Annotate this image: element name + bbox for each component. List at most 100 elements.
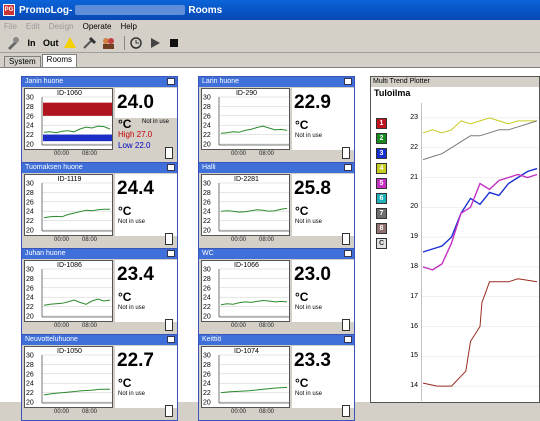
temperature-value: 23.3 <box>292 346 354 376</box>
trend-legend-button[interactable]: 3 <box>376 148 387 159</box>
tab-strip: System Rooms <box>0 54 540 67</box>
level-indicator-icon[interactable] <box>342 233 350 245</box>
pin-icon[interactable] <box>167 164 175 171</box>
y-tick-label: 20 <box>203 142 211 149</box>
pin-icon[interactable] <box>344 336 352 343</box>
pin-icon[interactable] <box>344 164 352 171</box>
in-button[interactable]: In <box>24 35 39 50</box>
trend-y-tick: 14 <box>410 382 418 390</box>
y-tick-label: 20 <box>26 142 34 149</box>
temperature-line <box>220 299 288 306</box>
status-text: Not in use <box>118 391 146 397</box>
level-indicator-icon[interactable] <box>165 233 173 245</box>
people-icon[interactable] <box>101 35 116 50</box>
app-name: PromoLog <box>19 4 69 16</box>
pin-icon[interactable] <box>344 78 352 85</box>
pin-icon[interactable] <box>167 78 175 85</box>
y-tick-label: 26 <box>203 113 211 120</box>
trend-legend-button[interactable]: 5 <box>376 178 387 189</box>
room-chart: 30 28 26 24 22 20 ID-1086 <box>24 260 113 322</box>
menu-design[interactable]: Design <box>49 22 74 31</box>
y-tick-label: 22 <box>26 390 34 397</box>
stop-icon[interactable] <box>167 35 182 50</box>
room-panel[interactable]: WC 30 28 26 24 22 20 ID-1066 00:00 08:00 23.0 °C Not… <box>198 248 355 335</box>
sensor-id: ID-1119 <box>57 176 82 183</box>
level-indicator-icon[interactable] <box>342 147 350 159</box>
tab-system[interactable]: System <box>4 56 41 67</box>
level-indicator-icon[interactable] <box>165 405 173 417</box>
level-indicator-icon[interactable] <box>165 147 173 159</box>
level-indicator-icon[interactable] <box>342 405 350 417</box>
room-panel[interactable]: Neuvotteluhuone 30 28 26 24 22 20 ID-1050 00:00 0… <box>21 334 178 421</box>
temperature-unit: °C <box>118 117 132 131</box>
unit-box: °C Not in use <box>115 290 177 322</box>
room-panel[interactable]: Halli 30 28 26 24 22 20 ID-2281 00:00 08:00 25.8 °C… <box>198 162 355 249</box>
room-panel[interactable]: Janin huone 30 28 26 24 22 20 ID-1060 00:00 08:00… <box>21 76 178 163</box>
tab-rooms[interactable]: Rooms <box>41 54 78 67</box>
menu-edit[interactable]: Edit <box>26 22 40 31</box>
room-name: Tuomaksen huone <box>22 163 177 173</box>
room-panel[interactable]: Juhan huone 30 28 26 24 22 20 ID-1086 00:00 08:00… <box>21 248 178 335</box>
temperature-value: 24.4 <box>115 174 177 204</box>
trend-legend-button[interactable]: 8 <box>376 223 387 234</box>
menu-file[interactable]: File <box>4 22 17 31</box>
temperature-value: 25.8 <box>292 174 354 204</box>
menu-operate[interactable]: Operate <box>83 22 112 31</box>
play-icon[interactable] <box>148 35 163 50</box>
trend-legend-button[interactable]: 6 <box>376 193 387 204</box>
room-chart-svg: 302826242220 <box>203 267 289 321</box>
warning-icon[interactable] <box>63 35 78 50</box>
y-tick-label: 20 <box>203 314 211 321</box>
trend-y-tick: 16 <box>410 322 418 330</box>
temperature-unit: °C <box>118 290 132 304</box>
sensor-id: ID-1060 <box>57 90 82 97</box>
y-tick-label: 26 <box>203 285 211 292</box>
y-tick-label: 22 <box>203 132 211 139</box>
y-tick-label: 28 <box>26 276 34 283</box>
trend-window-title: Multi Trend Plotter <box>371 77 539 87</box>
room-panel[interactable]: Tuomaksen huone 30 28 26 24 22 20 ID-1119 00:00 0… <box>21 162 178 249</box>
x-tick-label: 00:00 <box>54 237 70 243</box>
y-tick-label: 20 <box>203 228 211 235</box>
y-tick-label: 26 <box>203 371 211 378</box>
trend-series-line <box>422 173 538 271</box>
level-indicator-icon[interactable] <box>342 319 350 331</box>
room-panel[interactable]: Keittiö 30 28 26 24 22 20 ID-1074 00:00 08:00 23.3… <box>198 334 355 421</box>
temperature-line <box>43 208 110 219</box>
hammer-icon[interactable] <box>82 35 97 50</box>
y-tick-label: 22 <box>203 390 211 397</box>
y-tick-label: 22 <box>203 218 211 225</box>
trend-series-line <box>422 117 537 134</box>
level-indicator-icon[interactable] <box>165 319 173 331</box>
trend-y-tick: 19 <box>410 233 418 241</box>
trend-y-tick: 15 <box>410 352 418 360</box>
room-chart-svg: 302826242220 <box>203 181 289 235</box>
pin-icon[interactable] <box>167 250 175 257</box>
room-chart: 30 28 26 24 22 20 ID-1074 <box>201 346 290 408</box>
pin-icon[interactable] <box>344 250 352 257</box>
temperature-line <box>220 386 288 394</box>
clock-icon[interactable] <box>129 35 144 50</box>
room-chart-svg: 302826242220 <box>26 267 112 321</box>
title-bar: PG PromoLog - Rooms <box>0 0 540 20</box>
room-name: Juhan huone <box>22 249 177 259</box>
y-tick-label: 28 <box>203 190 211 197</box>
trend-legend-button[interactable]: C <box>376 238 387 249</box>
unit-box: °C Not in use <box>115 376 177 408</box>
room-panel[interactable]: Larin huone 30 28 26 24 22 20 ID-290 00:00 08:00 2… <box>198 76 355 163</box>
trend-legend-button[interactable]: 1 <box>376 118 387 129</box>
temperature-line <box>220 125 288 134</box>
room-name: Larin huone <box>199 77 354 87</box>
x-tick-label: 08:00 <box>82 409 98 415</box>
pin-icon[interactable] <box>167 336 175 343</box>
menu-help[interactable]: Help <box>121 22 137 31</box>
out-button[interactable]: Out <box>43 35 59 50</box>
room-name: Janin huone <box>22 77 177 87</box>
trend-legend-button[interactable]: 7 <box>376 208 387 219</box>
temperature-unit: °C <box>295 204 309 218</box>
trend-legend-button[interactable]: 4 <box>376 163 387 174</box>
tools-icon[interactable] <box>5 35 20 50</box>
temperature-unit: °C <box>295 118 309 132</box>
y-tick-label: 24 <box>203 123 211 130</box>
trend-legend-button[interactable]: 2 <box>376 133 387 144</box>
